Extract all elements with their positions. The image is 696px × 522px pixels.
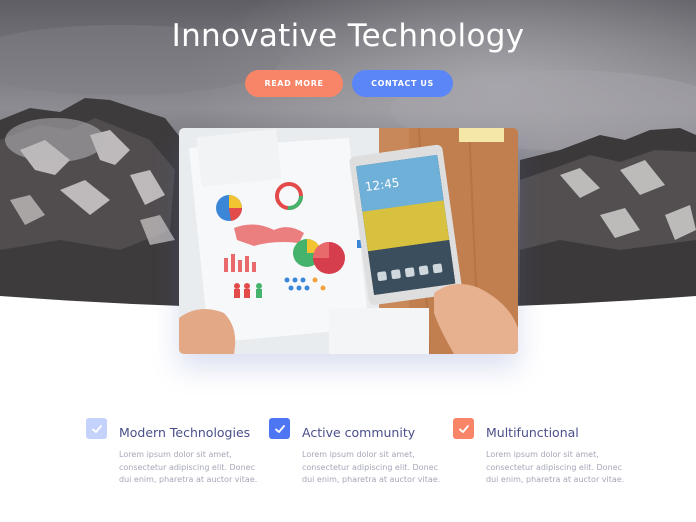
check-icon [86,418,107,439]
tablet-infographic-photo: 12:45 [179,128,518,354]
feature-title: Multifunctional [486,425,579,440]
check-icon [453,418,474,439]
hero-title: Innovative Technology [171,18,525,54]
read-more-button[interactable]: READ MORE [245,70,343,97]
desk-photo-illustration: 12:45 [179,128,518,354]
feature-title: Active community [302,425,416,440]
feature-description: Lorem ipsum dolor sit amet, consectetur … [486,450,625,485]
feature-description: Lorem ipsum dolor sit amet, consectetur … [119,450,258,485]
feature-description: Lorem ipsum dolor sit amet, consectetur … [302,450,441,485]
contact-us-button[interactable]: CONTACT US [352,70,453,97]
check-icon [269,418,290,439]
feature-title: Modern Technologies [119,425,251,440]
